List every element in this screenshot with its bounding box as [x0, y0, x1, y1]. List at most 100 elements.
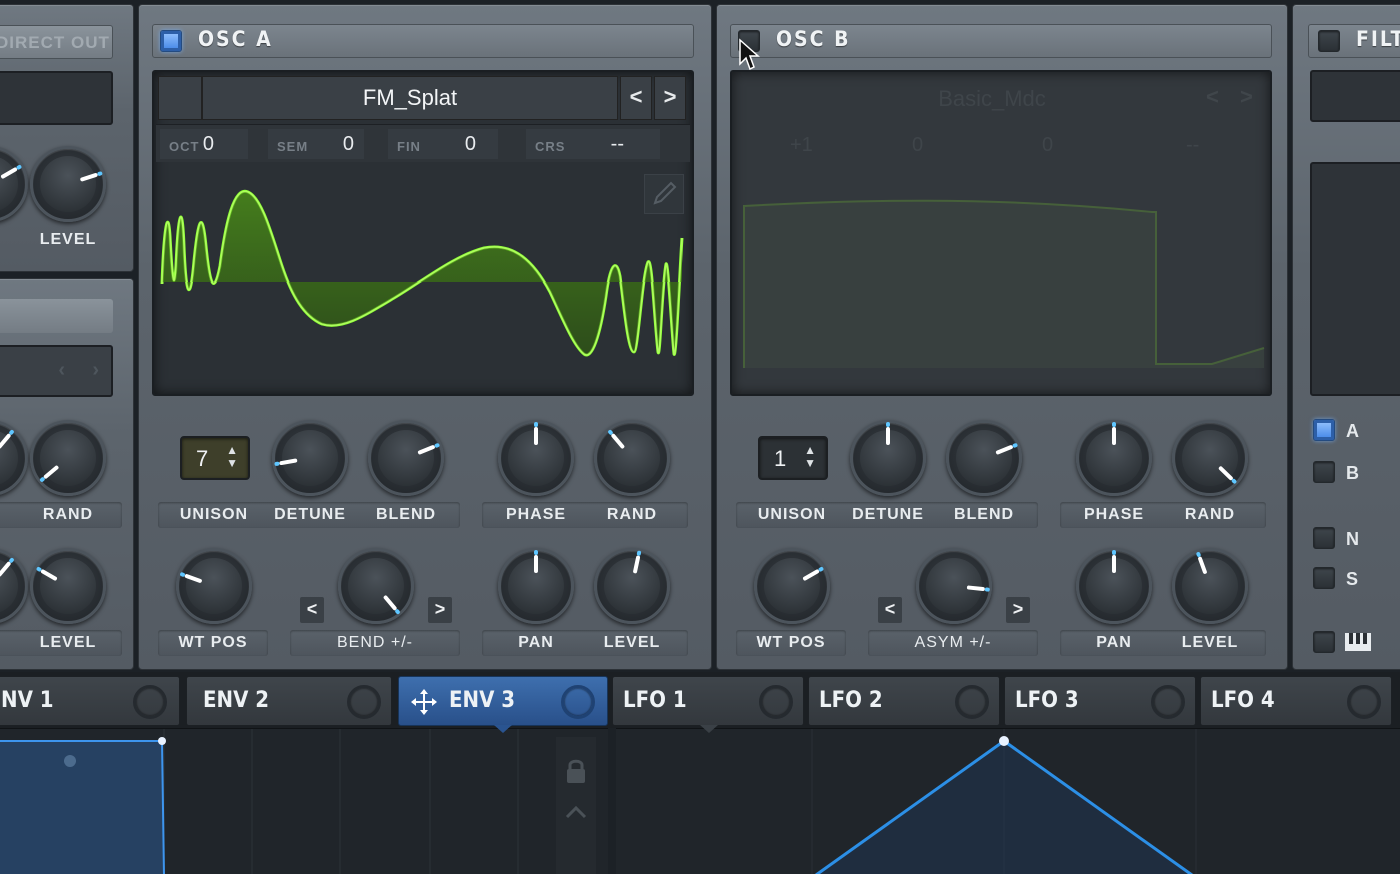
filter-route-b-label: B: [1346, 463, 1359, 483]
osc-b-warp-next-button[interactable]: >: [1006, 597, 1030, 623]
envelope-curve: [0, 729, 519, 874]
osc-a-unison-stepper[interactable]: 7 ▲ ▼: [180, 436, 250, 480]
osc-a-detune-knob[interactable]: [272, 420, 348, 496]
move-icon[interactable]: [409, 687, 439, 717]
tab-env2[interactable]: ENV 2: [186, 676, 392, 726]
mod-source-ring-icon[interactable]: [759, 685, 793, 719]
filter-keytrack-toggle[interactable]: [1313, 631, 1335, 653]
tab-env2-label: ENV 2: [203, 688, 270, 713]
fin-label: FIN: [397, 139, 421, 154]
osc-a-prev-button[interactable]: <: [620, 76, 652, 120]
osc-a-next-button[interactable]: >: [654, 76, 686, 120]
left-rand-knob[interactable]: [30, 420, 106, 496]
filter-route-a-label: A: [1346, 421, 1359, 441]
osc-b-level-label: LEVEL: [1181, 634, 1239, 651]
osc-b-detune-knob[interactable]: [850, 420, 926, 496]
mod-source-ring-icon[interactable]: [955, 685, 989, 719]
filter-route-s-toggle[interactable]: [1313, 567, 1335, 589]
sem-value: 0: [342, 133, 354, 155]
sem-label: SEM: [277, 139, 309, 154]
tab-lfo4-label: LFO 4: [1211, 688, 1275, 713]
envelope-side-column: [556, 737, 596, 874]
osc-b-blend-knob[interactable]: [946, 420, 1022, 496]
tab-env3[interactable]: ENV 3: [398, 676, 608, 726]
osc-a-wtpos-knob[interactable]: [176, 548, 252, 624]
filter-route-a-toggle[interactable]: [1313, 419, 1335, 441]
lfo-graph[interactable]: [616, 728, 1400, 874]
lock-icon[interactable]: [563, 757, 589, 785]
osc-b-level-knob[interactable]: [1172, 548, 1248, 624]
osc-a-warp-label: BEND +/-: [336, 634, 413, 651]
left-next-icon: ›: [92, 359, 99, 381]
osc-a-level-label: LEVEL: [603, 634, 661, 651]
mod-source-ring-icon[interactable]: [1151, 685, 1185, 719]
tab-env3-label: ENV 3: [449, 688, 516, 713]
tab-lfo4[interactable]: LFO 4: [1200, 676, 1392, 726]
mod-source-ring-icon[interactable]: [561, 685, 595, 719]
tab-env1-label: NV 1: [1, 688, 54, 713]
osc-a-crs-field[interactable]: CRS --: [526, 129, 660, 159]
filter-type-display[interactable]: [1310, 70, 1400, 122]
envelope-graph[interactable]: [0, 728, 608, 874]
tab-lfo2-label: LFO 2: [819, 688, 883, 713]
stepper-arrows-icon: ▲ ▼: [226, 443, 238, 470]
osc-a-fin-field[interactable]: FIN 0: [388, 129, 498, 159]
left-bar: [0, 299, 113, 333]
osc-a-wt-menu-button[interactable]: [158, 76, 202, 120]
osc-b-wtpos-knob[interactable]: [754, 548, 830, 624]
mod-source-ring-icon[interactable]: [1347, 685, 1381, 719]
osc-a-detune-label: DETUNE: [274, 506, 346, 523]
osc-a-phase-knob[interactable]: [498, 420, 574, 496]
osc-a-wavetable-name[interactable]: FM_Splat: [202, 76, 618, 120]
filter-route-n-label: N: [1346, 529, 1359, 549]
osc-a-enable-toggle[interactable]: [160, 30, 182, 52]
osc-b-pan-knob[interactable]: [1076, 548, 1152, 624]
osc-a-rand-knob[interactable]: [594, 420, 670, 496]
osc-a-unison-label: UNISON: [179, 506, 249, 523]
mod-source-ring-icon[interactable]: [133, 685, 167, 719]
direct-out-button[interactable]: DIRECT OUT: [0, 25, 113, 59]
tab-lfo1-label: LFO 1: [623, 688, 687, 713]
mod-source-ring-icon[interactable]: [347, 685, 381, 719]
osc-a-warp-knob[interactable]: [338, 548, 414, 624]
left-display: [0, 71, 113, 125]
left-level-knob-2[interactable]: [30, 548, 106, 624]
lfo-curve: [811, 729, 1197, 874]
filter-enable-toggle[interactable]: [1318, 30, 1340, 52]
left-level-knob[interactable]: [30, 146, 106, 222]
osc-b-phase-knob[interactable]: [1076, 420, 1152, 496]
left-display-2: ‹ ›: [0, 345, 113, 397]
osc-a-warp-next-button[interactable]: >: [428, 597, 452, 623]
osc-a-sem-field[interactable]: SEM 0: [268, 129, 364, 159]
osc-a-wavetable-display[interactable]: FM_Splat < > OCT 0 SEM 0 FIN 0 CRS --: [152, 70, 694, 396]
osc-b-rand-knob[interactable]: [1172, 420, 1248, 496]
tab-lfo3[interactable]: LFO 3: [1004, 676, 1196, 726]
tab-lfo3-label: LFO 3: [1015, 688, 1079, 713]
filter-graph-display[interactable]: [1310, 162, 1400, 396]
osc-a-blend-knob[interactable]: [368, 420, 444, 496]
fin-value: 0: [464, 133, 476, 155]
osc-b-blend-label: BLEND: [953, 506, 1015, 523]
filter-route-n-toggle[interactable]: [1313, 527, 1335, 549]
tab-lfo2[interactable]: LFO 2: [808, 676, 1000, 726]
left-level-label: LEVEL: [39, 231, 97, 248]
osc-b-unison-stepper[interactable]: 1 ▲ ▼: [758, 436, 828, 480]
osc-a-wtpos-label: WT POS: [178, 634, 248, 651]
osc-a-blend-label: BLEND: [375, 506, 437, 523]
osc-b-wavetable-display[interactable]: Basic_Mdc < > +1 0 0 --: [730, 70, 1272, 396]
osc-a-oct-field[interactable]: OCT 0: [160, 129, 248, 159]
osc-b-warp-prev-button[interactable]: <: [878, 597, 902, 623]
chevron-up-icon[interactable]: [563, 803, 589, 823]
tab-env1[interactable]: NV 1: [0, 676, 180, 726]
osc-a-pan-knob[interactable]: [498, 548, 574, 624]
crs-label: CRS: [535, 139, 566, 154]
filter-route-b-toggle[interactable]: [1313, 461, 1335, 483]
osc-a-warp-prev-button[interactable]: <: [300, 597, 324, 623]
osc-a-title: OSC A: [198, 27, 273, 51]
osc-b-warp-knob[interactable]: [916, 548, 992, 624]
env-tab-marker: [494, 725, 512, 733]
tab-lfo1[interactable]: LFO 1: [612, 676, 804, 726]
osc-b-pan-label: PAN: [1096, 634, 1132, 651]
osc-a-level-knob[interactable]: [594, 548, 670, 624]
keyboard-icon: [1345, 633, 1371, 651]
